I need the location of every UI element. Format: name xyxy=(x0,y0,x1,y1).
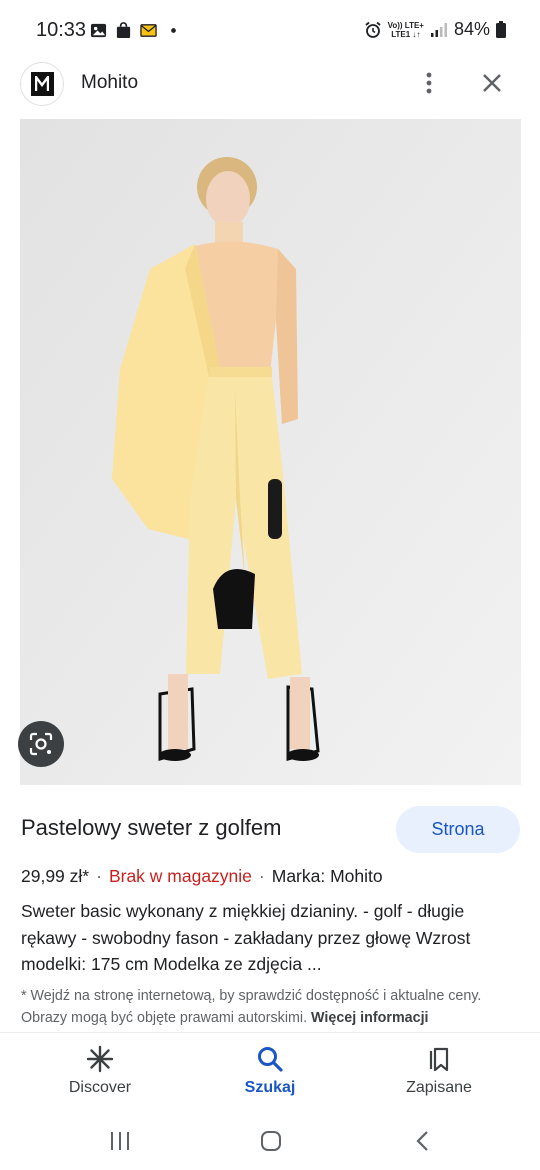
site-logo[interactable] xyxy=(20,62,64,106)
product-brand: Marka: Mohito xyxy=(271,866,383,886)
notification-icons xyxy=(90,22,182,39)
shopping-bag-icon xyxy=(116,22,131,39)
logo-mark xyxy=(30,72,54,96)
close-button[interactable] xyxy=(477,68,507,98)
alarm-icon xyxy=(365,21,381,38)
more-vert-icon xyxy=(426,72,432,94)
saved-collections-icon xyxy=(429,1047,449,1072)
google-lens-button[interactable] xyxy=(18,721,64,767)
battery-icon xyxy=(496,21,506,38)
model-photo xyxy=(20,119,521,785)
disclaimer-text: * Wejdź na stronę internetową, by sprawd… xyxy=(21,986,521,1029)
nav-search[interactable]: Szukaj xyxy=(210,1045,330,1097)
bottom-navigation: Discover Szukaj Zapisane xyxy=(0,1032,540,1112)
nav-discover[interactable]: Discover xyxy=(40,1045,160,1097)
network-bottom-label: LTE1 ↓↑ xyxy=(391,29,421,39)
search-icon xyxy=(258,1047,283,1072)
home-button[interactable] xyxy=(256,1126,286,1156)
separator-dot: · xyxy=(96,866,102,886)
signal-icon xyxy=(430,22,447,37)
stock-status: Brak w magazynie xyxy=(108,866,252,886)
dot-icon xyxy=(171,28,176,33)
mohito-logo-icon xyxy=(35,76,49,91)
nav-saved-label: Zapisane xyxy=(406,1079,472,1096)
back-button[interactable] xyxy=(408,1126,438,1156)
site-name[interactable]: Mohito xyxy=(81,72,138,94)
back-icon xyxy=(416,1131,428,1151)
network-indicator: Vo)) LTE+ LTE1 ↓↑ xyxy=(388,21,424,39)
status-time: 10:33 xyxy=(36,19,87,41)
product-meta-row: 29,99 zł* · Brak w magazynie · Marka: Mohito xyxy=(21,866,383,887)
network-top-label: Vo)) LTE+ xyxy=(387,20,424,30)
nav-search-label: Szukaj xyxy=(244,1079,296,1096)
discover-icon xyxy=(86,1045,114,1073)
nav-saved[interactable]: Zapisane xyxy=(379,1045,499,1097)
system-status: Vo)) LTE+ LTE1 ↓↑ 84% xyxy=(364,19,506,40)
separator-dot: · xyxy=(258,866,265,886)
system-navigation xyxy=(0,1112,540,1170)
product-title: Pastelowy sweter z golfem xyxy=(21,815,282,840)
recent-apps-icon xyxy=(111,1132,129,1150)
product-description: Sweter basic wykonany z miękkiej dzianin… xyxy=(21,901,471,974)
recent-apps-button[interactable] xyxy=(105,1126,135,1156)
battery-percent: 84% xyxy=(453,19,490,39)
product-price: 29,99 zł* xyxy=(21,866,90,886)
status-bar: 10:33 Vo)) LTE+ LTE1 ↓↑ 84% xyxy=(0,0,540,62)
product-image[interactable] xyxy=(20,119,521,785)
gallery-icon xyxy=(90,23,107,38)
lens-icon xyxy=(29,732,53,756)
app-header: Mohito xyxy=(0,62,540,110)
visit-site-button[interactable]: Strona xyxy=(396,806,520,853)
nav-discover-label: Discover xyxy=(68,1079,132,1096)
more-options-button[interactable] xyxy=(414,68,444,98)
mail-icon xyxy=(140,24,157,37)
more-info-link[interactable]: Więcej informacji xyxy=(311,1010,428,1026)
close-icon xyxy=(483,74,501,92)
home-icon xyxy=(261,1131,281,1151)
